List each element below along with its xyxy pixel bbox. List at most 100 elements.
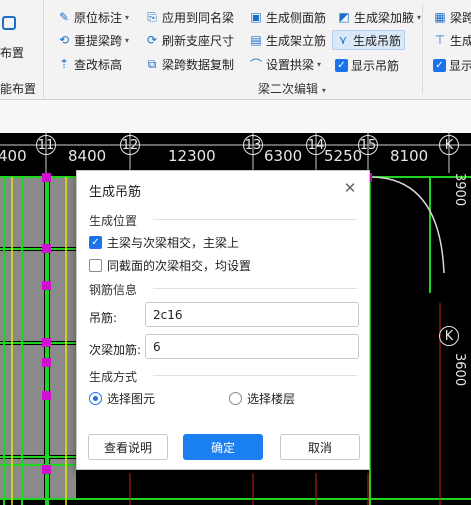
layout-icon[interactable] [2,16,16,30]
copy-span-data-label: 梁跨数据复制 [162,57,235,72]
copy-span-data-button[interactable]: ⧉ 梁跨数据复制 [142,54,237,74]
apply-same-name-button[interactable]: ⎘ 应用到同名梁 [142,7,237,27]
select-element-label: 选择图元 [107,392,156,406]
copy-span-data-icon: ⧉ [147,56,157,71]
re-extract-span-button[interactable]: ⟲ 重提梁跨 ▾ [54,30,132,50]
ribbon-group-label: 梁二次编辑 ▾ [258,82,326,96]
axis-circle-11[interactable]: 11 [36,135,56,155]
chevron-down-icon: ▾ [321,86,326,95]
show-hanger-checkbox[interactable]: ✓ 显示吊筋 [332,55,402,75]
axis-circle-k-right[interactable]: K [439,326,459,346]
axis-circle-15[interactable]: 15 [358,135,378,155]
axis-dim-3900: 3900 [452,173,467,207]
axis-circle-12[interactable]: 12 [120,135,140,155]
main-secondary-checkbox[interactable]: ✓ 主梁与次梁相交，主梁上 [89,234,239,251]
refresh-support-button[interactable]: ⟳ 刷新支座尺寸 [142,30,237,50]
erection-rebar-button[interactable]: ▤ 生成架立筋 [246,30,329,50]
re-extract-span-icon: ⟲ [58,33,70,47]
radio-selected-icon [89,392,102,405]
edit-elevation-button[interactable]: ⇡ 查改标高 [54,54,125,74]
show-checkbox-partial[interactable]: ✓ 显示 [430,55,471,75]
axis-dim-8400: 8400 [68,147,107,165]
axis-circle-k-top[interactable]: K [439,135,459,155]
arch-beam-label: 设置拱梁 [266,57,315,72]
erection-rebar-icon: ▤ [250,33,262,47]
ribbon-separator [422,4,423,94]
generate-hanger-dialog: 生成吊筋 ✕ 生成位置 ✓ 主梁与次梁相交，主梁上 同截面的次梁相交，均设置 钢… [76,170,370,470]
axis-dim-6300: 6300 [264,147,303,165]
beam-span-label: 梁跨 [450,10,471,25]
generate-icon: ⊤ [434,33,446,47]
same-section-checkbox[interactable]: 同截面的次梁相交，均设置 [89,257,251,274]
same-section-label: 同截面的次梁相交，均设置 [107,259,252,273]
axis-dim-12300: 12300 [168,147,216,165]
beam-span-button-partial[interactable]: ▦ 梁跨 [430,7,471,27]
hanger-input[interactable] [145,302,359,327]
secondary-input[interactable] [145,334,359,359]
close-icon[interactable]: ✕ [341,179,359,197]
dialog-title: 生成吊筋 [89,185,142,200]
refresh-support-label: 刷新支座尺寸 [162,33,235,48]
checkbox-checked-icon: ✓ [335,58,348,72]
apply-same-name-icon: ⎘ [147,9,157,24]
edit-elevation-label: 查改标高 [74,57,123,72]
axis-circle-13[interactable]: 13 [243,135,263,155]
axis-dim-3600: 3600 [452,353,467,387]
arch-beam-icon: ⌒ [249,57,262,72]
haunch-icon: ◩ [338,10,350,24]
hanger-rebar-button[interactable]: ⋎ 生成吊筋 [332,30,406,50]
generate-label: 生成 [450,33,471,48]
section-method-label: 生成方式 [89,370,138,384]
cancel-button[interactable]: 取消 [280,434,360,460]
divider [153,219,357,220]
section-rebar-label: 钢筋信息 [89,283,138,297]
chevron-down-icon: ▾ [125,12,130,22]
checkbox-checked-icon: ✓ [433,58,446,72]
side-rebar-icon: ▣ [250,10,262,24]
ok-button[interactable]: 确定 [183,434,263,460]
hanger-rebar-icon: ⋎ [338,33,348,47]
main-secondary-label: 主梁与次梁相交，主梁上 [107,236,240,250]
secondary-field-label: 次梁加筋: [89,343,142,357]
hanger-rebar-label: 生成吊筋 [353,33,402,48]
beam-span-icon: ▦ [434,10,446,24]
axis-dim-5250: 5250 [324,147,363,165]
chevron-down-icon: ▾ [417,12,422,22]
ribbon-left-label-bottom[interactable]: 能布置 [0,80,36,97]
view-help-button[interactable]: 查看说明 [88,434,168,460]
edit-elevation-icon: ⇡ [58,57,70,71]
axis-dim-400: 400 [0,147,27,165]
ribbon-left-partial: 布置 能布置 [0,0,44,100]
haunch-button[interactable]: ◩ 生成梁加腋 ▾ [334,7,424,27]
checkbox-unchecked-icon [89,259,102,272]
side-rebar-button[interactable]: ▣ 生成侧面筋 [246,7,329,27]
radio-unselected-icon [229,392,242,405]
show-hanger-label: 显示吊筋 [351,58,400,73]
ribbon-left-label-top[interactable]: 布置 [0,44,24,61]
chevron-down-icon: ▾ [317,59,322,69]
erection-rebar-label: 生成架立筋 [266,33,327,48]
section-position-label: 生成位置 [89,214,138,228]
axis-circle-14[interactable]: 14 [306,135,326,155]
haunch-label: 生成梁加腋 [354,10,415,25]
select-element-radio[interactable]: 选择图元 [89,390,155,407]
origin-mark-label: 原位标注 [74,10,123,25]
hanger-field-label: 吊筋: [89,311,118,325]
origin-mark-icon: ✎ [58,10,70,24]
select-floor-label: 选择楼层 [247,392,296,406]
axis-dim-8100: 8100 [390,147,429,165]
ribbon-toolbar: 布置 能布置 ✎ 原位标注 ▾ ⟲ 重提梁跨 ▾ ⇡ 查改标高 ⎘ 应用到同名梁… [0,0,471,100]
select-floor-radio[interactable]: 选择楼层 [229,390,295,407]
refresh-support-icon: ⟳ [146,33,158,47]
generate-button-partial[interactable]: ⊤ 生成 [430,30,471,50]
origin-mark-button[interactable]: ✎ 原位标注 ▾ [54,7,132,27]
divider [153,288,357,289]
re-extract-span-label: 重提梁跨 [74,33,123,48]
show-label: 显示 [449,58,471,73]
checkbox-checked-icon: ✓ [89,236,102,249]
apply-same-name-label: 应用到同名梁 [162,10,235,25]
divider [153,375,357,376]
ribbon-bottom-strip [0,100,471,133]
arch-beam-button[interactable]: ⌒ 设置拱梁 ▾ [246,54,324,74]
chevron-down-icon: ▾ [125,35,130,45]
